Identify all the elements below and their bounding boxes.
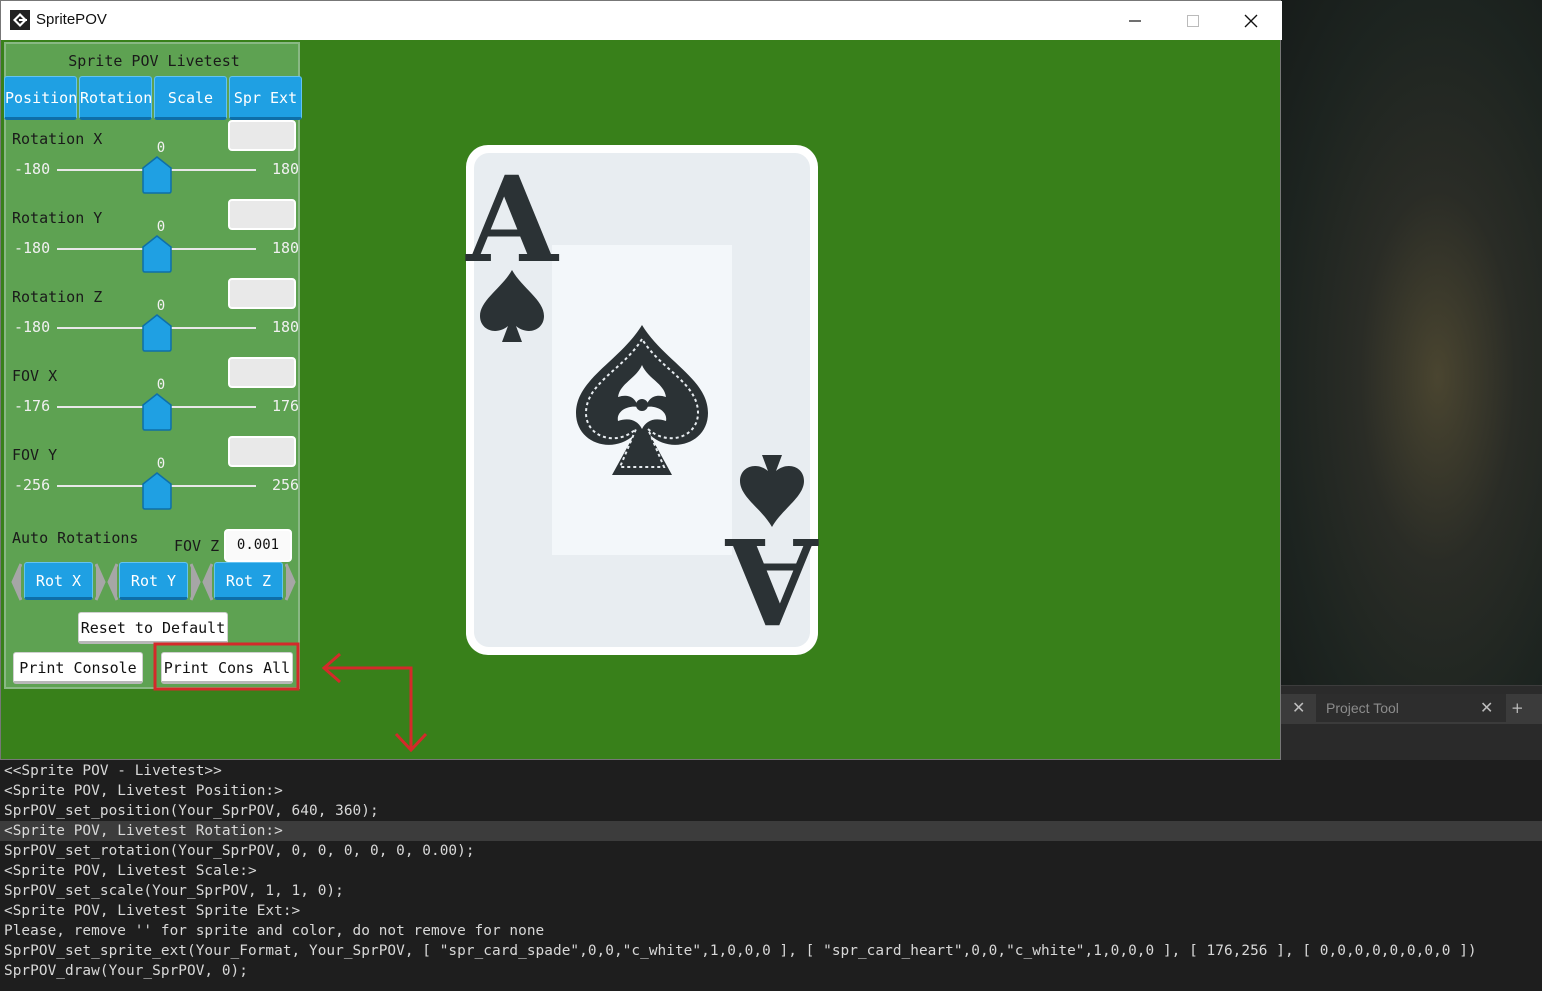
- output-console[interactable]: <<Sprite POV - Livetest>> <Sprite POV, Li…: [0, 760, 1542, 991]
- console-line: <<Sprite POV - Livetest>>: [4, 763, 222, 779]
- slider-input[interactable]: [228, 436, 296, 467]
- ace-of-spades-card: A A: [465, 145, 819, 655]
- slider-min: -180: [14, 160, 51, 178]
- minimize-icon: [1129, 19, 1141, 22]
- ide-tab-strip: ✕ Project Tool ✕ +: [1281, 694, 1542, 724]
- slider-max: 256: [272, 476, 300, 494]
- add-tab-icon[interactable]: +: [1511, 694, 1524, 722]
- slider-label: Rotation Y: [12, 209, 103, 227]
- title-bar[interactable]: SpritePOV: [1, 1, 1282, 40]
- rot-z-button[interactable]: Rot Z: [214, 562, 283, 600]
- arrow-left-icon[interactable]: [106, 562, 118, 602]
- console-line: <Sprite POV, Livetest Scale:>: [4, 863, 257, 879]
- slider-input[interactable]: [228, 120, 296, 151]
- close-icon: [1244, 14, 1258, 27]
- print-cons-all-button[interactable]: Print Cons All: [161, 652, 293, 684]
- console-line: <Sprite POV, Livetest Rotation:>: [0, 821, 1542, 841]
- slider-thumb[interactable]: [142, 156, 172, 194]
- arrow-left-icon[interactable]: [201, 562, 213, 602]
- minimize-button[interactable]: [1106, 1, 1164, 40]
- slider-max: 180: [272, 318, 300, 336]
- ide-toolbar-strip: [1281, 724, 1542, 760]
- rank-bottom: A: [725, 511, 819, 650]
- tab-spr-ext[interactable]: Spr Ext: [229, 76, 302, 120]
- slider-input[interactable]: [228, 199, 296, 230]
- slider-max: 176: [272, 397, 300, 415]
- console-line: <Sprite POV, Livetest Sprite Ext:>: [4, 903, 301, 919]
- app-window: SpritePOV Sprite POV Livetest Position R…: [0, 0, 1282, 760]
- slider-label: Rotation Z: [12, 288, 103, 306]
- slider-value: 0: [156, 456, 166, 472]
- console-line: SprPOV_set_sprite_ext(Your_Format, Your_…: [4, 943, 1477, 959]
- rot-y-button[interactable]: Rot Y: [119, 562, 188, 600]
- tab-label: Project Tool: [1326, 700, 1399, 716]
- tab-scale[interactable]: Scale: [154, 76, 227, 120]
- slider-label: FOV X: [12, 367, 58, 385]
- slider-thumb[interactable]: [142, 472, 172, 510]
- slider-max: 180: [272, 160, 300, 178]
- slider-min: -180: [14, 239, 51, 257]
- console-line: SprPOV_set_rotation(Your_SprPOV, 0, 0, 0…: [4, 843, 475, 859]
- slider-value: 0: [156, 298, 166, 314]
- arrow-right-icon[interactable]: [285, 562, 297, 602]
- console-line: SprPOV_set_position(Your_SprPOV, 640, 36…: [4, 803, 379, 819]
- rot-x-button[interactable]: Rot X: [24, 562, 93, 600]
- fov-z-input[interactable]: 0.001: [224, 529, 292, 562]
- window-title: SpritePOV: [36, 11, 107, 28]
- slider-thumb[interactable]: [142, 235, 172, 273]
- slider-label: Rotation X: [12, 130, 103, 148]
- rank-top: A: [465, 150, 559, 289]
- close-tab-icon[interactable]: ✕: [1480, 694, 1493, 722]
- reset-to-default-button[interactable]: Reset to Default: [78, 612, 228, 644]
- maximize-button[interactable]: [1164, 1, 1222, 40]
- slider-min: -176: [14, 397, 51, 415]
- tab-rotation[interactable]: Rotation: [79, 76, 152, 120]
- maximize-icon: [1187, 14, 1199, 27]
- panel-title: Sprite POV Livetest: [68, 52, 240, 70]
- slider-min: -180: [14, 318, 51, 336]
- slider-thumb[interactable]: [142, 393, 172, 431]
- slider-input[interactable]: [228, 357, 296, 388]
- slider-min: -256: [14, 476, 51, 494]
- slider-input[interactable]: [228, 278, 296, 309]
- auto-rotations-label: Auto Rotations: [12, 529, 139, 547]
- close-tab-icon[interactable]: ✕: [1292, 694, 1305, 722]
- arrow-left-icon[interactable]: [10, 562, 22, 602]
- slider-value: 0: [156, 140, 166, 156]
- tab-project-tool[interactable]: Project Tool: [1316, 694, 1506, 722]
- slider-label: FOV Y: [12, 446, 58, 464]
- slider-thumb[interactable]: [142, 314, 172, 352]
- print-console-button[interactable]: Print Console: [13, 652, 143, 684]
- slider-max: 180: [272, 239, 300, 257]
- console-line: SprPOV_set_scale(Your_SprPOV, 1, 1, 0);: [4, 883, 344, 899]
- livetest-panel: Sprite POV Livetest Position Rotation Sc…: [4, 42, 302, 689]
- slider-value: 0: [156, 219, 166, 235]
- console-line: Please, remove '' for sprite and color, …: [4, 923, 545, 939]
- close-button[interactable]: [1222, 1, 1280, 40]
- app-icon: [10, 10, 30, 30]
- ide-background: [1281, 0, 1542, 685]
- console-line: <Sprite POV, Livetest Position:>: [4, 783, 283, 799]
- fov-z-label: FOV Z: [174, 537, 220, 555]
- tab-position[interactable]: Position: [4, 76, 77, 120]
- console-line: SprPOV_draw(Your_SprPOV, 0);: [4, 963, 248, 979]
- slider-value: 0: [156, 377, 166, 393]
